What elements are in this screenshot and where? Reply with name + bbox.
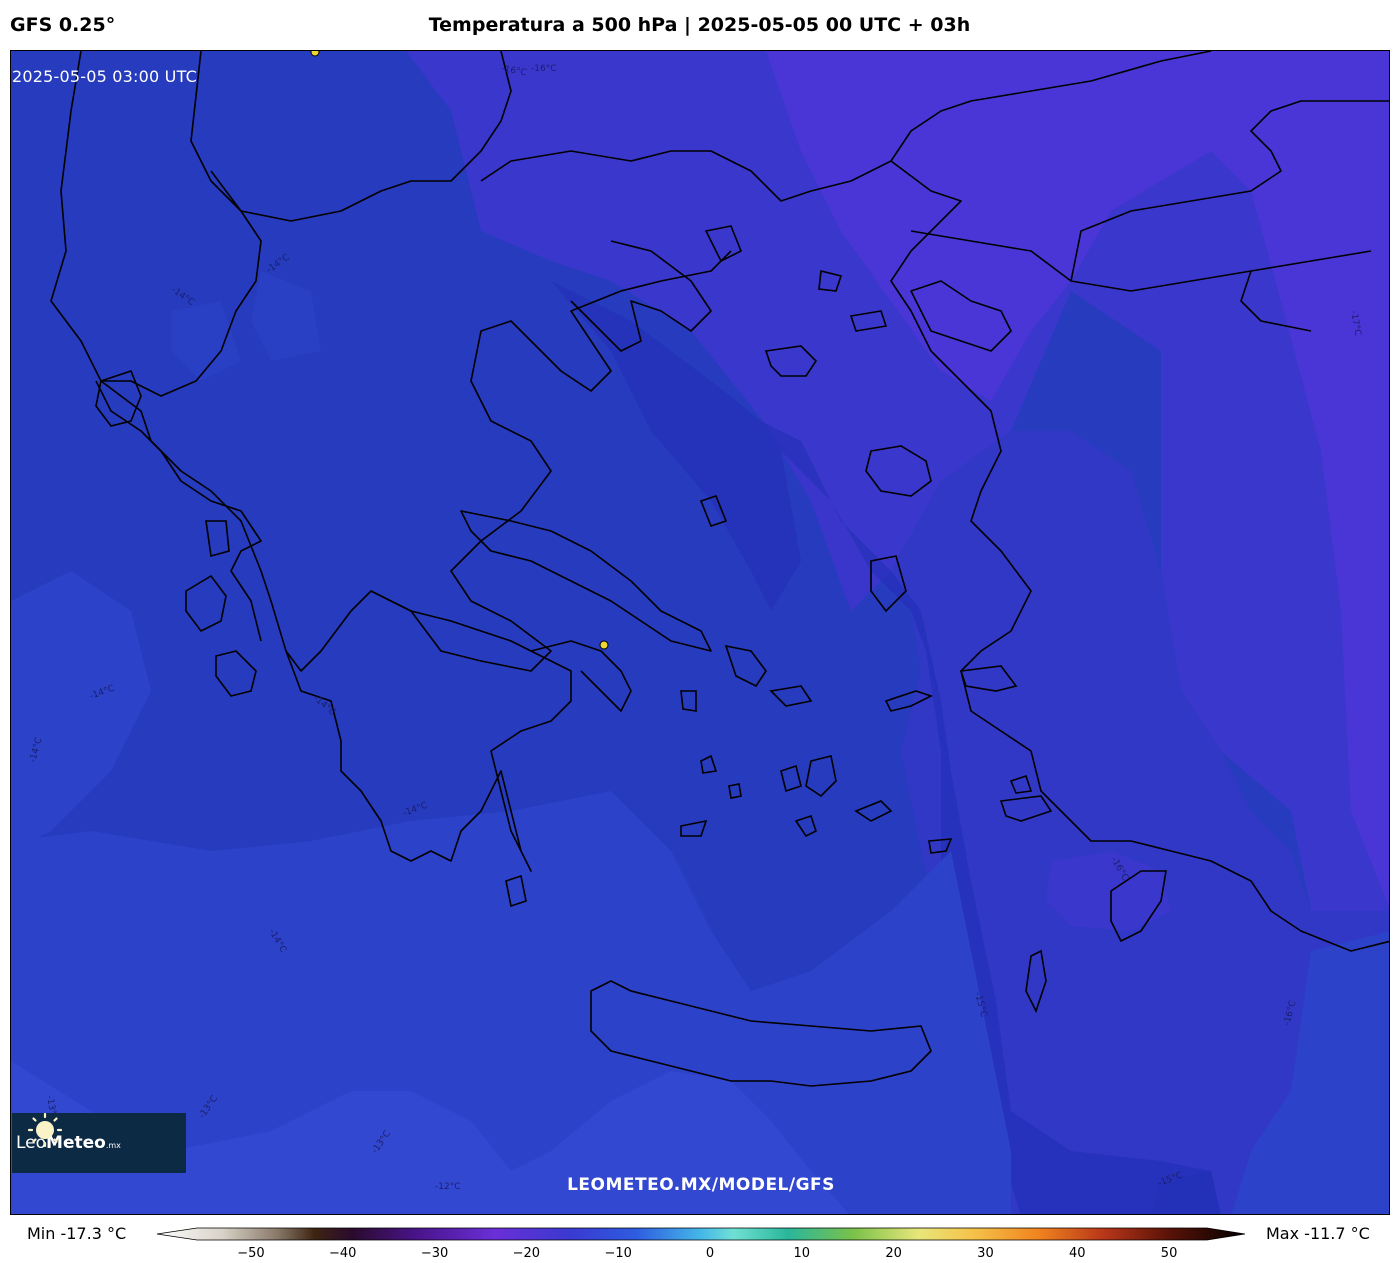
contour-label: -16°C bbox=[531, 64, 556, 74]
city-marker-athens bbox=[599, 640, 609, 650]
leometeo-logo: LeoMeteo.mx bbox=[12, 1113, 186, 1173]
colorbar bbox=[156, 1227, 1246, 1241]
colorbar-tick-label: 30 bbox=[977, 1246, 994, 1261]
colorbar-tick-label: −10 bbox=[604, 1246, 632, 1261]
chart-title: Temperatura a 500 hPa | 2025-05-05 00 UT… bbox=[428, 14, 971, 36]
colorbar-tick-label: 0 bbox=[705, 1246, 715, 1261]
colorbar-min-label: Min -17.3 °C bbox=[27, 1224, 127, 1243]
sun-icon bbox=[28, 1113, 62, 1147]
colorbar-max-label: Max -11.7 °C bbox=[1266, 1224, 1370, 1243]
watermark-url: LEOMETEO.MX/MODEL/GFS bbox=[567, 1175, 835, 1195]
colorbar-tick-label: −30 bbox=[420, 1246, 449, 1261]
colorbar-tick-label: −50 bbox=[237, 1246, 265, 1261]
colorbar-tick-label: −40 bbox=[329, 1246, 357, 1261]
city-marker-north bbox=[310, 51, 320, 57]
map-panel: -16°C -16°C -14°C -14°C -14°C -14°C -14°… bbox=[10, 50, 1390, 1215]
logo-suffix: .mx bbox=[105, 1141, 121, 1150]
colorbar-tick-label: 40 bbox=[1068, 1246, 1086, 1261]
colorbar-tick-label: 10 bbox=[793, 1246, 811, 1261]
colorbar-tick-label: 50 bbox=[1160, 1246, 1178, 1261]
colorbar-tick-label: 20 bbox=[885, 1246, 902, 1261]
temperature-map: -16°C -16°C -14°C -14°C -14°C -14°C -14°… bbox=[11, 51, 1389, 1214]
colorbar-tick-label: −20 bbox=[512, 1246, 541, 1261]
valid-time: 2025-05-05 03:00 UTC bbox=[12, 67, 197, 86]
